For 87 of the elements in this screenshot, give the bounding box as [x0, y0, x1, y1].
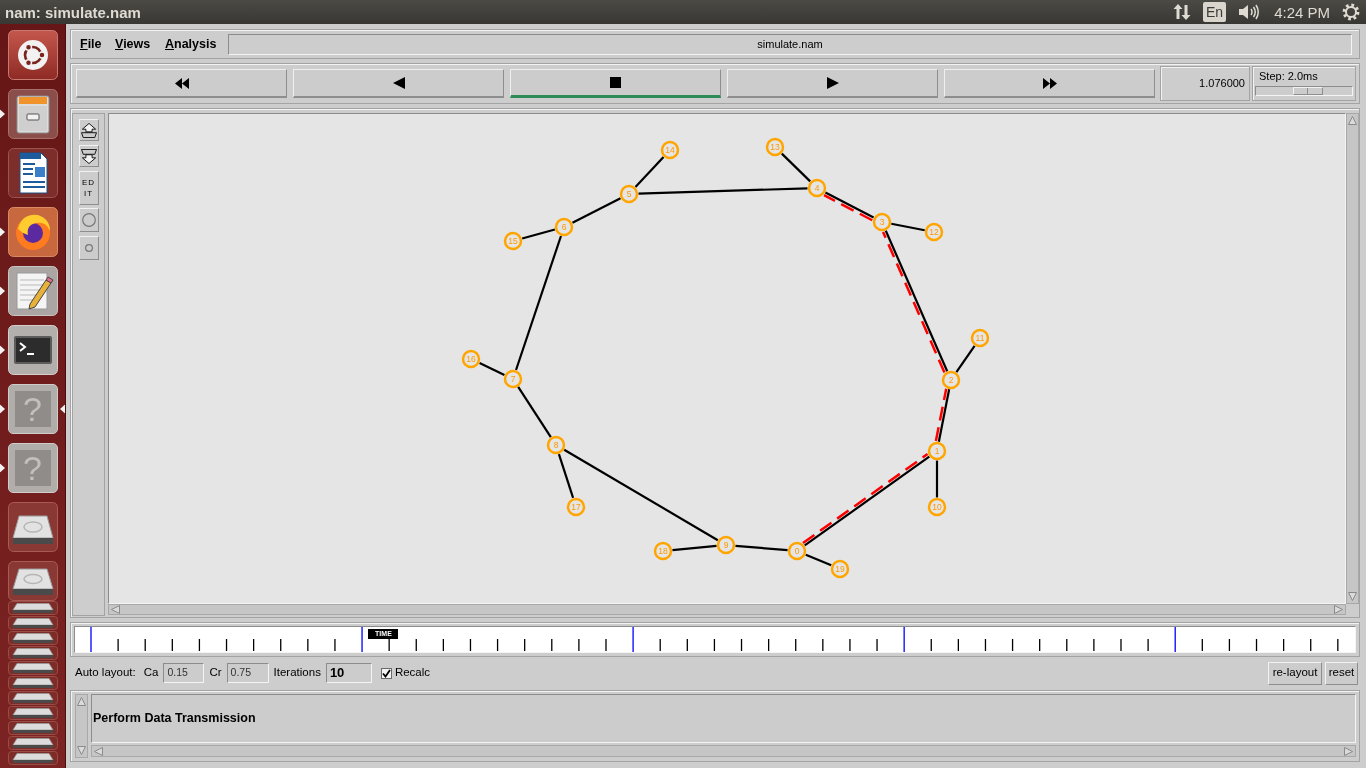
step-label: Step: 2.0ms — [1258, 69, 1318, 83]
hard-drive-icon[interactable] — [7, 646, 58, 660]
number-field[interactable]: 10 — [325, 663, 372, 683]
field-label: Ca — [143, 665, 159, 681]
network-node[interactable]: 17 — [566, 497, 586, 517]
clock[interactable]: 4:24 PM — [1274, 4, 1330, 20]
network-node[interactable]: 6 — [554, 217, 574, 237]
volume-icon[interactable] — [1238, 4, 1261, 20]
menu-item[interactable]: Views — [115, 37, 165, 51]
status-message: Perform Data Transmission — [93, 710, 256, 728]
circle-icon — [81, 213, 96, 227]
play-backward-icon — [392, 77, 405, 89]
hard-drive-icon[interactable] — [7, 691, 58, 705]
small-circle-icon — [84, 244, 93, 252]
time-display: 1.076000 — [1160, 66, 1250, 101]
network-node[interactable]: 0 — [787, 541, 807, 561]
zoom-out-button[interactable] — [78, 145, 99, 167]
document-icon[interactable] — [7, 148, 58, 198]
play-button[interactable] — [727, 69, 938, 98]
hard-drive-icon[interactable] — [7, 601, 58, 615]
network-node[interactable]: 9 — [716, 535, 736, 555]
circle-logo-icon[interactable] — [7, 30, 58, 80]
settings-icon[interactable] — [1342, 3, 1360, 21]
network-node[interactable]: 19 — [830, 559, 850, 579]
launcher-item[interactable]: ? — [7, 443, 58, 493]
terminal-icon[interactable] — [7, 325, 58, 375]
hard-drive-icon[interactable] — [7, 736, 58, 750]
file-name-field: simulate.nam — [228, 33, 1352, 55]
slider-thumb[interactable] — [1292, 87, 1323, 95]
fast-forward-icon — [1042, 77, 1057, 89]
network-node[interactable]: 7 — [503, 369, 523, 389]
network-node[interactable]: 13 — [765, 137, 785, 157]
auto-layout-label: Auto layout: — [75, 665, 136, 681]
small-circle-button[interactable] — [78, 236, 99, 260]
network-node[interactable]: 3 — [872, 212, 892, 232]
network-node[interactable]: 18 — [653, 541, 673, 561]
stop-button[interactable] — [510, 69, 721, 98]
network-node[interactable]: 15 — [503, 231, 523, 251]
stop-icon — [610, 77, 621, 88]
hard-drive-icon[interactable] — [7, 661, 58, 675]
window-title: nam: simulate.nam — [4, 4, 141, 20]
network-node[interactable]: 8 — [546, 435, 566, 455]
edit-button[interactable]: EDIT — [78, 171, 99, 205]
rewind-icon — [174, 77, 189, 89]
notepad-pencil-icon[interactable] — [7, 266, 58, 316]
zoom-in-button[interactable] — [78, 119, 99, 141]
field-label: Cr — [209, 665, 222, 681]
hard-drive-icon[interactable] — [7, 502, 58, 552]
fast-forward-button[interactable] — [944, 69, 1155, 98]
large-circle-button[interactable] — [78, 208, 99, 232]
menu-item[interactable]: Analysis — [165, 37, 223, 51]
hard-drive-icon[interactable] — [7, 616, 58, 630]
network-node[interactable]: 16 — [461, 349, 481, 369]
play-backward-button[interactable] — [293, 69, 504, 98]
hard-drive-icon[interactable] — [7, 676, 58, 690]
field-label: Iterations — [273, 665, 321, 681]
hard-drive-icon[interactable] — [7, 751, 58, 765]
hard-drive-icon[interactable] — [7, 631, 58, 645]
hard-drive-icon[interactable] — [7, 721, 58, 735]
launcher-item[interactable]: ? — [7, 384, 58, 434]
network-node[interactable]: 5 — [619, 184, 639, 204]
recalc-checkbox[interactable] — [380, 667, 392, 679]
step-slider[interactable] — [1255, 86, 1353, 96]
network-node[interactable]: 14 — [660, 140, 680, 160]
reset-button[interactable]: reset — [1325, 661, 1358, 685]
number-field[interactable]: 0.75 — [226, 663, 269, 683]
zoom-out-icon — [80, 148, 97, 164]
re-layout-button[interactable]: re-layout — [1268, 661, 1322, 685]
network-node[interactable]: 11 — [970, 328, 990, 348]
network-node[interactable]: 2 — [941, 370, 961, 390]
rewind-button[interactable] — [76, 69, 287, 98]
network-node[interactable]: 12 — [924, 222, 944, 242]
network-node[interactable]: 4 — [807, 178, 827, 198]
network-node[interactable]: 10 — [927, 497, 947, 517]
menu-item[interactable]: File — [80, 37, 115, 51]
keyboard-layout-indicator[interactable]: En — [1203, 2, 1227, 22]
file-cabinet-icon[interactable] — [7, 89, 58, 139]
recalc-label: Recalc — [394, 665, 431, 681]
up-down-arrows-icon[interactable] — [1173, 3, 1191, 21]
hard-drive-icon[interactable] — [7, 706, 58, 720]
globe-icon[interactable] — [7, 207, 58, 257]
checkmark-icon — [381, 668, 391, 678]
zoom-in-icon — [80, 122, 97, 138]
play-icon — [826, 77, 839, 89]
hard-drive-icon[interactable] — [7, 561, 58, 601]
network-node[interactable]: 1 — [927, 441, 947, 461]
number-field[interactable]: 0.15 — [163, 663, 205, 683]
